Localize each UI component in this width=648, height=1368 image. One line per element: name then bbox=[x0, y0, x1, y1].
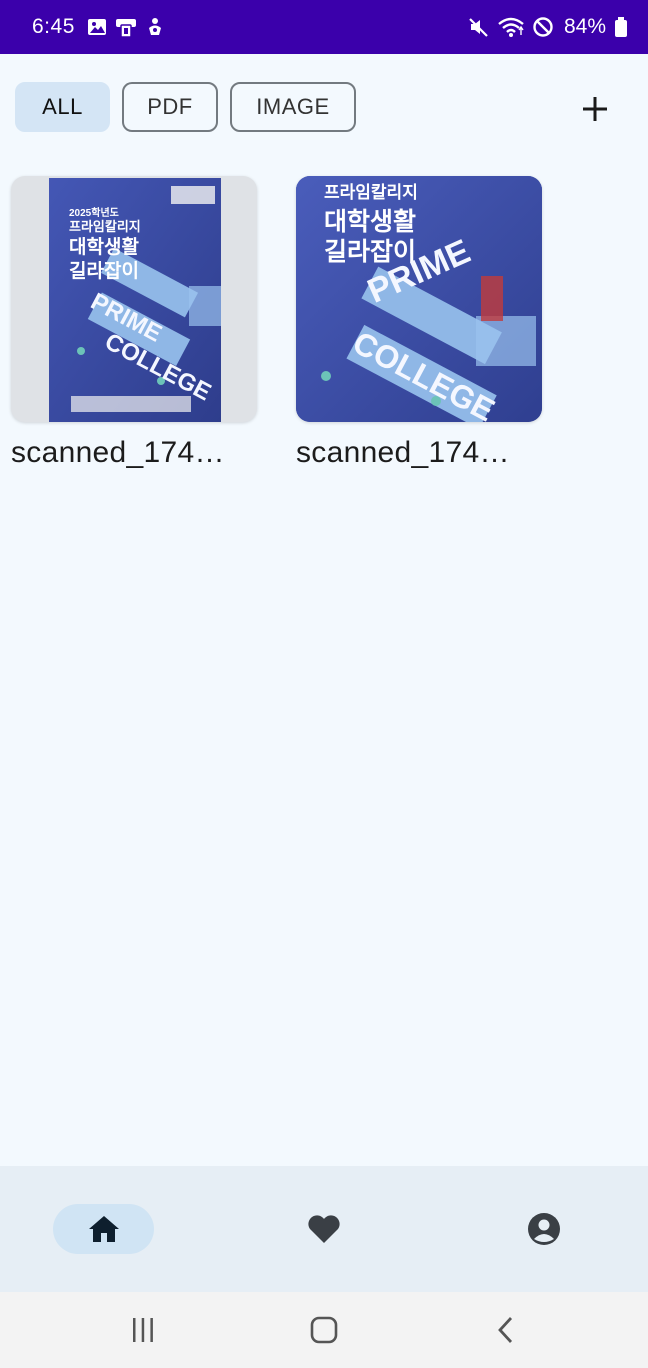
gallery-icon bbox=[87, 17, 107, 37]
system-back-button[interactable] bbox=[490, 1314, 522, 1346]
document-card[interactable]: 프라임칼리지 대학생활 길라잡이 PRIME COLLEGE scanned_1… bbox=[296, 176, 546, 470]
nav-home-tab[interactable] bbox=[53, 1204, 154, 1254]
battery-icon bbox=[614, 16, 628, 38]
battery-percentage: 84% bbox=[563, 15, 606, 38]
filter-chip-all[interactable]: ALL bbox=[15, 82, 110, 132]
document-card[interactable]: 2025학년도 프라임칼리지 대학생활 길라잡이 PRIME COLLEGE s… bbox=[11, 176, 261, 470]
status-system-icons: 84% bbox=[468, 15, 628, 39]
cover-title-line2: 길라잡이 bbox=[69, 261, 139, 282]
recents-icon bbox=[133, 1318, 153, 1342]
document-name: scanned_174… bbox=[296, 436, 510, 469]
home-icon bbox=[88, 1216, 119, 1242]
back-icon bbox=[498, 1317, 513, 1343]
wifi-icon bbox=[498, 16, 524, 38]
recents-button[interactable] bbox=[127, 1314, 159, 1346]
app-icon bbox=[115, 16, 137, 38]
nav-favorites-tab[interactable] bbox=[274, 1204, 374, 1254]
status-time: 6:45 bbox=[32, 15, 75, 38]
status-notification-icons bbox=[87, 16, 165, 38]
system-home-button[interactable] bbox=[308, 1314, 340, 1346]
do-not-disturb-icon bbox=[532, 16, 554, 38]
cover-brand: 프라임칼리지 bbox=[324, 183, 418, 202]
status-bar: 6:45 84% bbox=[0, 0, 648, 54]
cover-title-line1: 대학생활 bbox=[69, 237, 139, 258]
bottom-navigation-bar bbox=[0, 1166, 648, 1292]
document-thumbnail[interactable]: 프라임칼리지 대학생활 길라잡이 PRIME COLLEGE bbox=[296, 176, 542, 422]
filter-chip-image[interactable]: IMAGE bbox=[230, 82, 356, 132]
book-cover-image bbox=[49, 178, 221, 422]
nav-profile-tab[interactable] bbox=[494, 1204, 594, 1254]
heart-icon bbox=[308, 1215, 340, 1243]
filter-chip-pdf[interactable]: PDF bbox=[122, 82, 218, 132]
document-thumbnail[interactable]: 2025학년도 프라임칼리지 대학생활 길라잡이 PRIME COLLEGE bbox=[11, 176, 257, 422]
plus-icon bbox=[583, 97, 607, 121]
account-icon bbox=[528, 1213, 560, 1245]
system-navigation-bar bbox=[0, 1292, 648, 1368]
add-document-button[interactable] bbox=[574, 88, 616, 130]
accessibility-icon bbox=[145, 17, 165, 37]
document-name: scanned_174… bbox=[11, 436, 225, 469]
mute-icon bbox=[468, 16, 490, 38]
home-button-icon bbox=[310, 1316, 338, 1344]
filter-chip-group: ALL PDF IMAGE bbox=[15, 82, 356, 132]
